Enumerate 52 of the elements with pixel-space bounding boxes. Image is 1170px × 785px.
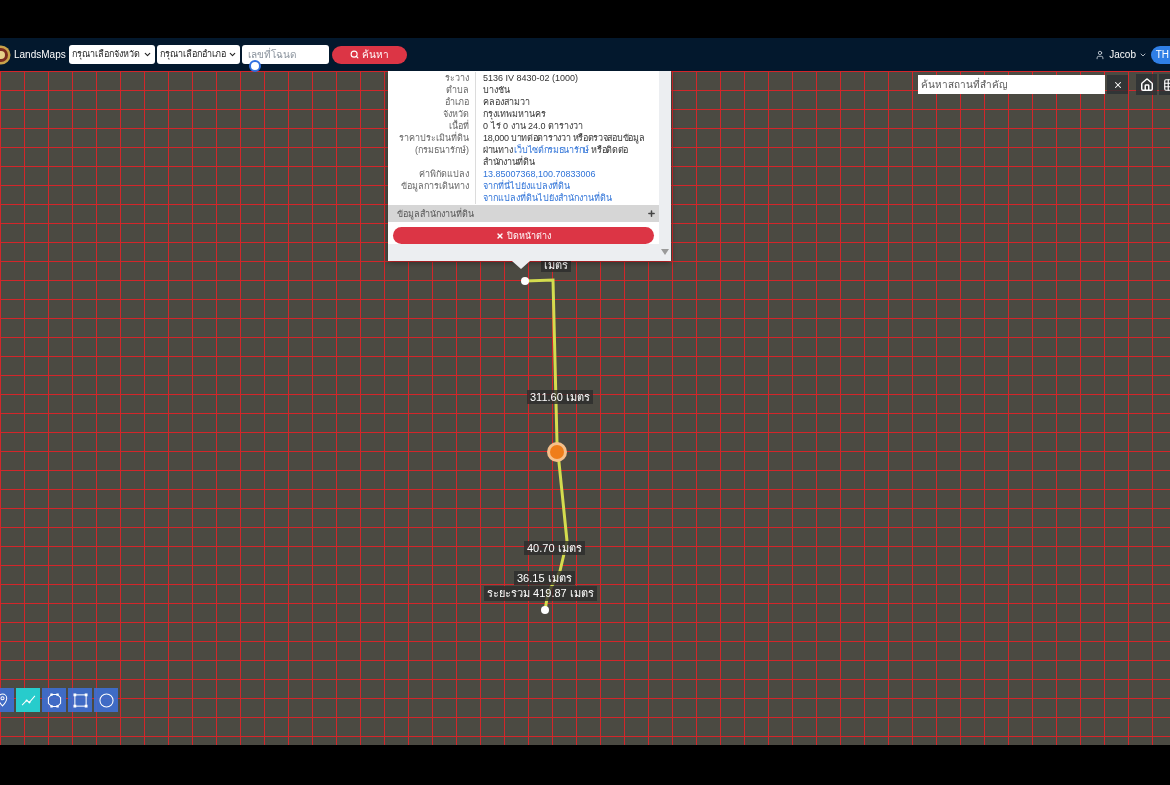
deed-number-input[interactable]: เลขที่โฉนด xyxy=(241,45,329,64)
treasury-website-link[interactable]: เว็บไซต์กรมธนารักษ์ xyxy=(514,145,589,155)
field-label: ค่าพิกัดแปลง xyxy=(419,169,469,179)
search-button[interactable]: ค้นหา xyxy=(331,45,407,64)
field-label: อำเภอ xyxy=(445,97,469,107)
total-distance-label: ระยะรวม 419.87 เมตร xyxy=(484,586,597,601)
field-value: 0 ไร่ 0 งาน 24.0 ตารางวา xyxy=(483,121,584,131)
draw-tool-button[interactable] xyxy=(94,688,118,712)
close-icon xyxy=(1112,79,1123,90)
segment-distance-label: 40.70 เมตร xyxy=(524,541,585,555)
search-icon xyxy=(349,50,359,59)
clear-search-button[interactable] xyxy=(1107,75,1128,94)
map-pin-icon xyxy=(0,693,8,707)
field-label: ตำบล xyxy=(446,85,469,95)
route-link[interactable]: จากแปลงที่ดินไปยังสำนักงานที่ดิน xyxy=(483,192,612,204)
home-icon xyxy=(1139,77,1154,92)
user-icon xyxy=(1095,49,1106,60)
route-link[interactable]: 13.85007368,100.70833006 xyxy=(483,168,596,180)
field-label: จังหวัด xyxy=(443,109,469,119)
polyline-icon xyxy=(20,694,36,706)
chevron-down-icon xyxy=(227,50,237,59)
chevron-down-icon xyxy=(142,50,152,59)
close-icon xyxy=(496,231,504,240)
field-label: ระวาง xyxy=(445,73,469,83)
vertex-point-icon xyxy=(541,606,549,614)
field-label: ราคาประเมินที่ดิน (กรมธนารักษ์) xyxy=(399,133,469,155)
home-button[interactable] xyxy=(1136,74,1157,95)
segment-distance-label: 311.60 เมตร xyxy=(527,390,593,404)
language-button[interactable]: TH xyxy=(1151,45,1170,64)
brand-name: LandsMaps xyxy=(14,48,66,62)
section-header[interactable]: ข้อมูลสำนักงานที่ดิน xyxy=(388,205,659,222)
location-marker-icon xyxy=(547,442,567,462)
close-window-button[interactable]: ปิดหน้าต่าง xyxy=(393,227,654,244)
landmark-search-input[interactable]: ค้นหาสถานที่สำคัญ xyxy=(918,75,1105,94)
field-value: กรุงเทพมหานคร xyxy=(483,109,546,119)
segment-distance-label: 36.15 เมตร xyxy=(514,571,575,585)
price-note-text: 18,000 บาทต่อตารางวา หรือตรวจสอบข้อมูลผ่านทาง เว็บไซต์กรมธนารักษ์ หรือติดต่อสำนักงานที่ดิน xyxy=(483,132,646,168)
polygon-icon xyxy=(46,692,62,708)
field-value: คลองสามวา xyxy=(483,97,530,107)
province-select[interactable]: กรุณาเลือกจังหวัด xyxy=(68,45,155,64)
user-name[interactable]: Jacob xyxy=(1109,47,1136,62)
circle-icon xyxy=(98,692,114,708)
rectangle-icon xyxy=(72,692,88,708)
route-link[interactable]: จากที่นี่ไปยังแปลงที่ดิน xyxy=(483,180,570,192)
district-select[interactable]: กรุณาเลือกอำเภอ xyxy=(156,45,240,64)
field-label: ข้อมูลการเดินทาง xyxy=(401,181,469,191)
draw-tool-button[interactable] xyxy=(68,688,92,712)
field-label: เนื้อที่ xyxy=(449,121,469,131)
draw-tool-button[interactable] xyxy=(42,688,66,712)
field-value: 5136 IV 8430-02 (1000) xyxy=(483,73,579,83)
vertex-point-icon xyxy=(521,277,529,285)
field-value: บางชัน xyxy=(483,85,510,95)
